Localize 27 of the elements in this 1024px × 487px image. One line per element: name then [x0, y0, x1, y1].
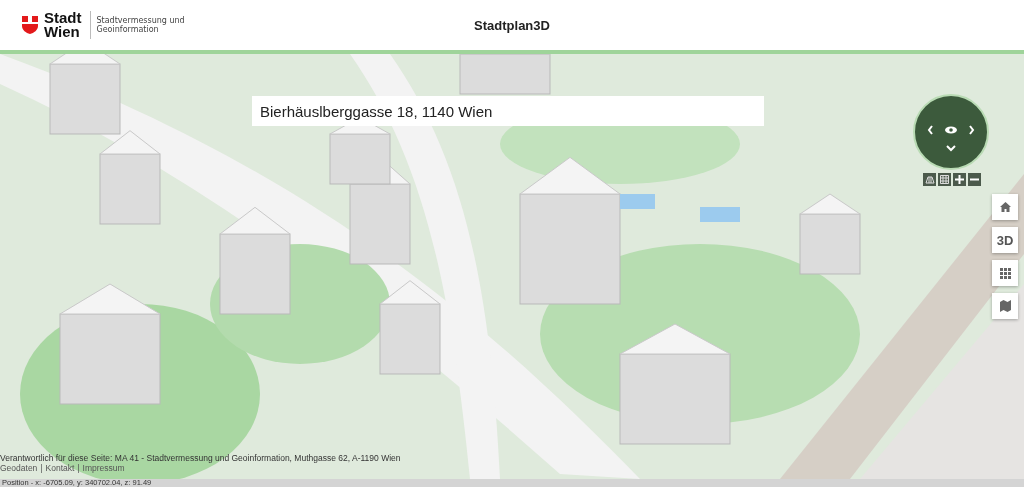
- footer-link[interactable]: Geodaten: [0, 463, 38, 473]
- zoom-in-button[interactable]: [953, 173, 966, 186]
- logo-text: Stadt: [44, 11, 82, 25]
- home-icon: [999, 202, 1011, 212]
- perspective-button[interactable]: [923, 173, 936, 186]
- footer-link[interactable]: Kontakt: [45, 463, 75, 473]
- tiles-button[interactable]: [992, 260, 1018, 286]
- map-icon: [999, 300, 1011, 312]
- page-title: Stadtplan3D: [474, 17, 550, 33]
- separator-text: |: [40, 463, 43, 473]
- logo-text: Wien: [44, 25, 81, 39]
- zoom-in-icon: [955, 175, 964, 184]
- perspective-icon: [924, 175, 935, 184]
- footer-link[interactable]: Impressum: [82, 463, 125, 473]
- responsible-text: Verantwortlich für diese Seite: MA 41 - Stadtvermessung und Geoinformation, Muthgasse 62, A-1190 Wien: [0, 453, 402, 463]
- map-button[interactable]: [992, 293, 1018, 319]
- grid-icon: [940, 175, 949, 184]
- coat-of-arms-icon: [22, 16, 38, 34]
- 3d-view-button[interactable]: 3D: [992, 227, 1018, 253]
- address-search-field[interactable]: Bierhäuslberggasse 18, 1140 Wien: [252, 96, 764, 126]
- zoom-out-button[interactable]: [968, 173, 981, 186]
- grid-button[interactable]: [938, 173, 951, 186]
- department-text: Stadtvermessung und Geoinformation: [96, 16, 186, 34]
- zoom-out-icon: [970, 178, 979, 181]
- separator-text: |: [77, 463, 80, 473]
- home-button[interactable]: [992, 194, 1018, 220]
- grid-icon: [999, 267, 1011, 279]
